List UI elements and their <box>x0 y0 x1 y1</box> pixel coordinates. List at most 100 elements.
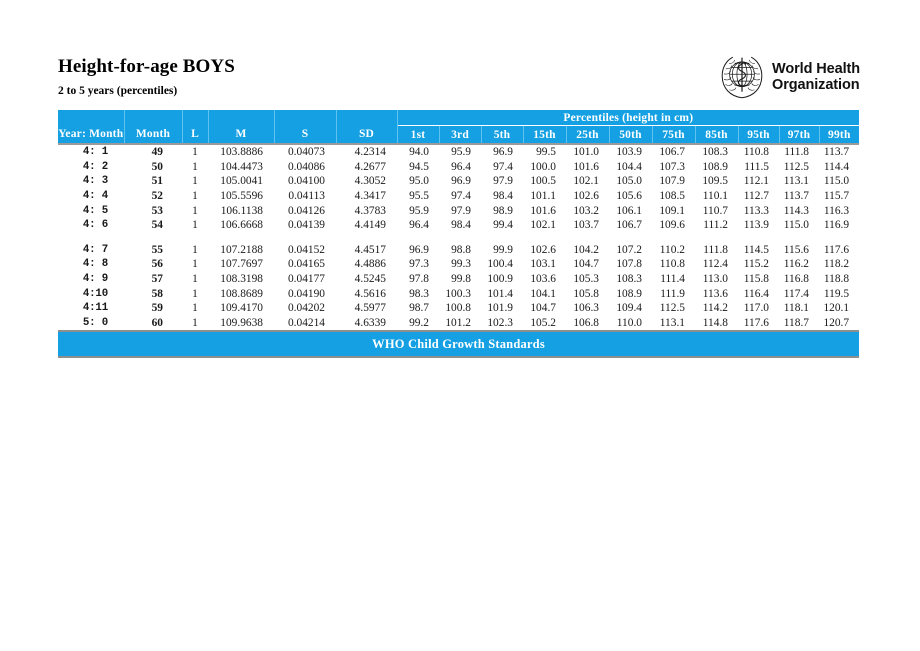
cell-year-month: 4: 3 <box>82 175 108 188</box>
table-row-spacer <box>58 233 859 243</box>
cell-p5: 101.4 <box>487 287 513 300</box>
cell-s: 0.04177 <box>287 273 325 286</box>
cell-p15: 100.5 <box>530 175 556 188</box>
column-header-p1: 1st <box>397 125 440 143</box>
cell-m: 106.1138 <box>220 204 263 217</box>
cell-p75: 110.2 <box>659 243 685 256</box>
cell-p25: 104.7 <box>573 258 599 271</box>
table-column-header-row: Year: Month Month L M S SD 1st 3rd 5th 1… <box>58 125 860 143</box>
cell-year-month: 4: 6 <box>82 219 108 232</box>
who-wordmark-line2: Organization <box>772 77 860 93</box>
cell-p85: 109.5 <box>702 175 728 188</box>
cell-p50: 104.4 <box>616 160 642 173</box>
column-header-m: M <box>208 125 275 143</box>
column-header-p50: 50th <box>609 125 653 143</box>
table-foot: WHO Child Growth Standards <box>58 330 860 359</box>
cell-p95: 113.3 <box>743 204 769 217</box>
cell-p3: 101.2 <box>445 316 471 329</box>
cell-m: 106.6668 <box>220 219 263 232</box>
growth-data-table: Percentiles (height in cm) Year: Month M… <box>58 110 860 359</box>
cell-p3: 98.8 <box>451 243 471 256</box>
cell-p75: 111.4 <box>660 273 685 286</box>
who-emblem-icon <box>721 56 763 99</box>
table-head: Percentiles (height in cm) Year: Month M… <box>58 110 860 145</box>
cell-l: 1 <box>192 219 198 232</box>
cell-p95: 115.8 <box>743 273 769 286</box>
cell-p25: 105.3 <box>573 273 599 286</box>
cell-p99: 115.0 <box>823 175 850 188</box>
column-header-p5: 5th <box>481 125 524 143</box>
cell-p50: 105.6 <box>616 190 642 203</box>
cell-s: 0.04100 <box>287 175 325 188</box>
cell-l: 1 <box>192 302 198 315</box>
column-header-l: L <box>182 125 209 143</box>
cell-year-month: 4: 2 <box>82 160 108 173</box>
cell-p97: 116.2 <box>783 258 809 271</box>
cell-l: 1 <box>192 175 198 188</box>
cell-p95: 116.4 <box>743 287 769 300</box>
cell-p99: 116.9 <box>823 219 850 232</box>
group-header-spacer-6 <box>336 110 398 126</box>
cell-p85: 108.3 <box>702 146 728 159</box>
cell-l: 1 <box>192 146 198 159</box>
column-header-p25: 25th <box>566 125 610 143</box>
cell-p50: 106.7 <box>616 219 642 232</box>
cell-p85: 110.1 <box>702 190 728 203</box>
cell-p5: 97.4 <box>493 160 513 173</box>
cell-sd: 4.2677 <box>354 160 386 173</box>
cell-m: 109.4170 <box>220 302 263 315</box>
cell-p1: 97.8 <box>409 273 429 286</box>
cell-p85: 112.4 <box>702 258 728 271</box>
cell-p15: 99.5 <box>536 146 556 159</box>
group-header-spacer-3 <box>182 110 209 126</box>
cell-p5: 100.4 <box>487 258 513 271</box>
cell-m: 104.4473 <box>220 160 263 173</box>
table-body: 4: 1 49 1 103.8886 0.04073 4.2314 94.0 95.9 96.9… <box>58 145 859 330</box>
column-header-month: Month <box>124 125 183 143</box>
cell-m: 107.2188 <box>220 243 263 256</box>
group-header-spacer-2 <box>124 110 183 126</box>
table-row: 4: 2 50 1 104.4473 0.04086 4.2677 94.5 96.4 97.4… <box>58 160 859 175</box>
cell-p50: 106.1 <box>616 204 642 217</box>
cell-l: 1 <box>192 204 198 217</box>
column-header-p3: 3rd <box>439 125 482 143</box>
cell-p99: 116.3 <box>823 204 850 217</box>
page-title: Height-for-age BOYS <box>58 56 235 77</box>
table-row: 4:11 59 1 109.4170 0.04202 4.5977 98.7 100.8 101… <box>58 301 859 316</box>
cell-p3: 96.9 <box>451 175 471 188</box>
cell-p97: 116.8 <box>783 273 809 286</box>
cell-l: 1 <box>192 316 198 329</box>
cell-p95: 117.0 <box>743 302 769 315</box>
cell-year-month: 4: 4 <box>82 190 108 203</box>
group-header-spacer-5 <box>274 110 337 126</box>
cell-year-month: 4: 5 <box>82 204 108 217</box>
cell-s: 0.04190 <box>287 287 325 300</box>
cell-p3: 97.9 <box>451 204 471 217</box>
cell-p99: 117.6 <box>823 243 850 256</box>
cell-p5: 99.4 <box>493 219 513 232</box>
cell-p95: 110.8 <box>743 146 769 159</box>
cell-year-month: 4: 1 <box>82 146 108 159</box>
cell-month: 53 <box>151 204 163 217</box>
footer-banner-text: WHO Child Growth Standards <box>58 332 860 357</box>
cell-p75: 108.5 <box>659 190 685 203</box>
cell-sd: 4.5616 <box>354 287 386 300</box>
cell-month: 54 <box>151 219 163 232</box>
cell-month: 59 <box>151 302 163 315</box>
cell-p25: 103.7 <box>573 219 599 232</box>
cell-month: 60 <box>151 316 163 329</box>
cell-p15: 101.6 <box>530 204 556 217</box>
table-row: 4: 7 55 1 107.2188 0.04152 4.4517 96.9 98.8 99.9… <box>58 243 859 258</box>
cell-p25: 101.6 <box>573 160 599 173</box>
cell-p97: 112.5 <box>783 160 809 173</box>
cell-l: 1 <box>192 190 198 203</box>
cell-year-month: 4:10 <box>82 287 108 300</box>
cell-p1: 97.3 <box>409 258 429 271</box>
cell-p99: 120.7 <box>823 316 850 329</box>
cell-p25: 104.2 <box>573 243 599 256</box>
column-header-year-month: Year: Month <box>58 125 125 143</box>
cell-p95: 115.2 <box>743 258 769 271</box>
footer-bottom-rule-cell <box>58 356 860 359</box>
group-header-spacer-1 <box>58 110 125 126</box>
cell-p50: 108.3 <box>616 273 642 286</box>
